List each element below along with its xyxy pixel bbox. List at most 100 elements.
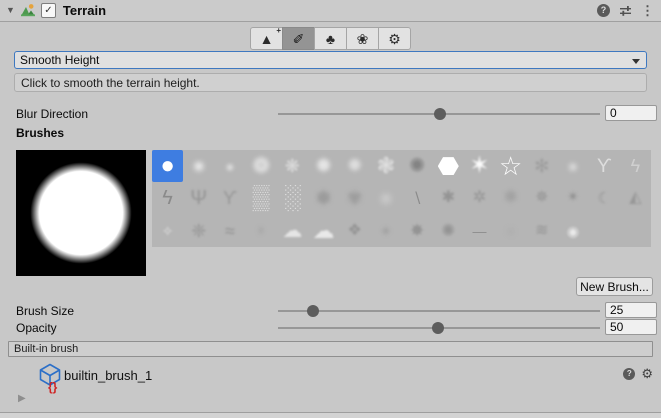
- blur-direction-field[interactable]: 0: [605, 105, 657, 121]
- brush-triangle-blob[interactable]: ◭: [620, 182, 651, 214]
- opacity-slider-thumb[interactable]: [432, 322, 444, 334]
- brush-tree[interactable]: Ψ: [183, 182, 214, 214]
- opacity-slider[interactable]: [278, 327, 600, 329]
- asset-foldout-closed-icon[interactable]: ▶: [18, 394, 26, 404]
- brushes-section-label: Brushes: [16, 126, 64, 140]
- brush-soft-circle[interactable]: ●: [183, 150, 214, 182]
- brush-splat-3[interactable]: ✵: [526, 182, 557, 214]
- brush-needle[interactable]: ∖: [402, 182, 433, 214]
- brush-star-six[interactable]: ✶: [464, 150, 495, 182]
- brush-size-slider-thumb[interactable]: [307, 305, 319, 317]
- brush-needle-glyph: ∖: [412, 191, 422, 206]
- brush-wedge[interactable]: ◗: [246, 215, 277, 247]
- brush-wedge-glyph: ◗: [256, 223, 266, 239]
- brush-noise-blob[interactable]: ✹: [339, 150, 370, 182]
- brush-rough-blob[interactable]: ❈: [183, 215, 214, 247]
- brush-smudge-2[interactable]: ✦: [370, 215, 401, 247]
- tool-help-text: Click to smooth the terrain height.: [21, 76, 200, 90]
- blur-direction-slider-thumb[interactable]: [434, 108, 446, 120]
- brush-star-outline[interactable]: ☆: [495, 150, 526, 182]
- create-neighbor-terrain-tool[interactable]: ▲+: [250, 27, 283, 50]
- brush-splat-5[interactable]: ✸: [402, 215, 433, 247]
- brush-twig-2[interactable]: ϟ: [620, 150, 651, 182]
- brush-faint-dot[interactable]: ●: [495, 215, 526, 247]
- tool-help-box: Click to smooth the terrain height.: [14, 73, 647, 92]
- brush-branch[interactable]: ϒ: [214, 182, 245, 214]
- brush-dash[interactable]: —: [464, 215, 495, 247]
- brush-soft-dot[interactable]: ●: [214, 150, 245, 182]
- paint-details-tool[interactable]: ❀: [346, 27, 379, 50]
- brush-rough-blob-glyph: ❈: [191, 222, 206, 240]
- brush-size-field[interactable]: 25: [605, 302, 657, 318]
- brush-cloud[interactable]: ☁: [277, 215, 308, 247]
- brush-smudge-2-glyph: ✦: [380, 224, 392, 238]
- brush-splat-1[interactable]: ✱: [433, 182, 464, 214]
- paint-tool-dropdown[interactable]: Smooth Height: [14, 51, 647, 69]
- brush-noise-circle[interactable]: ✸: [308, 150, 339, 182]
- brush-splat-4-glyph: ✴: [566, 190, 579, 206]
- brush-swoosh[interactable]: ≈: [214, 215, 245, 247]
- brush-scratch[interactable]: ✻: [526, 150, 557, 182]
- brush-donut[interactable]: ◉: [557, 215, 588, 247]
- paint-terrain-tool[interactable]: ✐: [282, 27, 315, 50]
- paint-terrain-tool-icon: ✐: [293, 32, 305, 46]
- brush-speckle[interactable]: ❋: [277, 150, 308, 182]
- blur-direction-slider[interactable]: [278, 113, 600, 115]
- blur-direction-label: Blur Direction: [16, 107, 88, 121]
- brush-circle-solid[interactable]: ●: [152, 150, 183, 182]
- new-brush-button[interactable]: New Brush...: [576, 277, 653, 296]
- brush-glow-dot[interactable]: ●: [557, 150, 588, 182]
- context-menu-icon[interactable]: ⋮: [641, 4, 654, 17]
- brush-dune[interactable]: ≋: [526, 215, 557, 247]
- brush-cross-blob[interactable]: ❖: [339, 215, 370, 247]
- brush-faint-noise-glyph: ░: [284, 186, 301, 210]
- brush-crescent-blob-glyph: ☾: [597, 191, 610, 206]
- brush-cell-empty: [589, 215, 620, 247]
- paint-trees-tool[interactable]: ♣: [314, 27, 347, 50]
- brush-smudge[interactable]: ✽: [308, 182, 339, 214]
- builtin-brush-bar: Built-in brush: [8, 341, 653, 357]
- brush-splat-4[interactable]: ✴: [557, 182, 588, 214]
- asset-help-icon[interactable]: ?: [623, 368, 635, 380]
- brush-size-slider[interactable]: [278, 310, 600, 312]
- brush-soft-dot-glyph: ●: [226, 160, 234, 173]
- brush-crescent-blob[interactable]: ☾: [589, 182, 620, 214]
- brush-cloud-2[interactable]: ☁: [308, 215, 339, 247]
- foldout-open-icon[interactable]: ▼: [6, 6, 15, 15]
- brush-lightning[interactable]: ϟ: [152, 182, 183, 214]
- brush-hexagon[interactable]: [433, 150, 464, 182]
- brush-streak-blob[interactable]: ✻: [495, 182, 526, 214]
- brush-cluster-blob[interactable]: ❃: [370, 150, 401, 182]
- brush-noise-square[interactable]: ▒: [246, 182, 277, 214]
- brush-noise-square-glyph: ▒: [253, 186, 270, 210]
- brush-spark-glyph: ✧: [162, 224, 174, 238]
- brush-dune-glyph: ≋: [535, 223, 548, 239]
- blur-direction-row: Blur Direction 0: [0, 105, 661, 122]
- help-icon[interactable]: ?: [597, 4, 610, 17]
- brush-leaf-blob[interactable]: ✾: [339, 182, 370, 214]
- brush-faint-noise[interactable]: ░: [277, 182, 308, 214]
- paint-trees-tool-icon: ♣: [326, 32, 335, 46]
- presets-icon[interactable]: [619, 5, 632, 17]
- brush-splat-1-glyph: ✱: [442, 190, 455, 206]
- brush-splat-6[interactable]: ✺: [433, 215, 464, 247]
- header-actions: ? ⋮: [597, 0, 654, 21]
- brush-mottled-circle[interactable]: ❁: [246, 150, 277, 182]
- terrain-settings-tool[interactable]: ⚙: [378, 27, 411, 50]
- brush-bright-blob[interactable]: ●: [370, 182, 401, 214]
- brush-twig[interactable]: ϒ: [589, 150, 620, 182]
- brush-lightning-glyph: ϟ: [162, 188, 173, 208]
- brush-spark[interactable]: ✧: [152, 215, 183, 247]
- opacity-field[interactable]: 50: [605, 319, 657, 335]
- asset-gear-icon[interactable]: ⚙: [641, 367, 653, 380]
- brush-triangle-blob-glyph: ◭: [629, 190, 641, 206]
- asset-help-glyph: ?: [627, 370, 632, 378]
- paint-details-tool-icon: ❀: [357, 32, 369, 46]
- brush-splat-6-glyph: ✺: [441, 222, 455, 239]
- brush-scratch-glyph: ✻: [534, 157, 549, 175]
- hexagon-shape: [438, 157, 459, 175]
- brush-splat-2[interactable]: ✲: [464, 182, 495, 214]
- brush-dark-noise[interactable]: ✺: [402, 150, 433, 182]
- enabled-checkbox[interactable]: ✓: [41, 3, 56, 18]
- paint-tool-dropdown-value: Smooth Height: [20, 53, 99, 67]
